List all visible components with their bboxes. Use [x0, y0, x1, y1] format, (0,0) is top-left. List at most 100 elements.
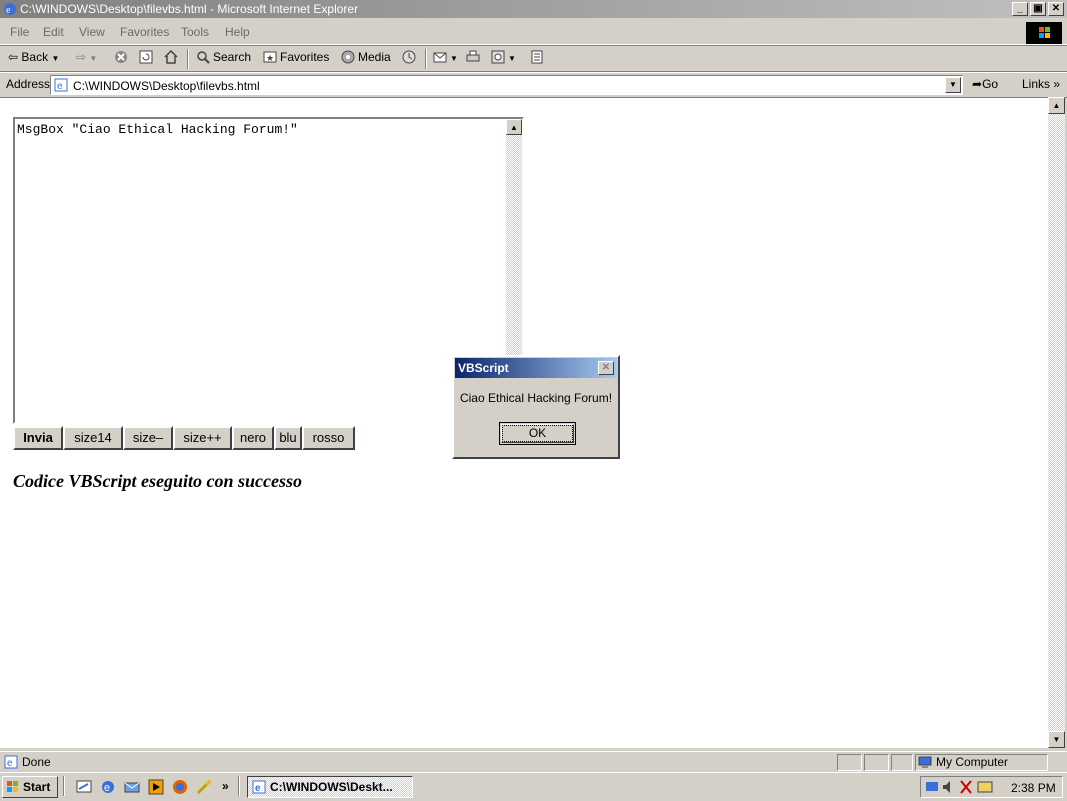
menu-favorites[interactable]: Favorites — [120, 25, 169, 39]
go-button[interactable]: ➦Go — [972, 77, 998, 91]
zone-text: My Computer — [936, 755, 1009, 769]
maximize-button[interactable]: ▣ — [1030, 2, 1046, 16]
address-input[interactable]: e C:\WINDOWS\Desktop\filevbs.html ▼ — [50, 75, 963, 95]
blu-button[interactable]: blu — [274, 426, 302, 450]
rosso-button[interactable]: rosso — [302, 426, 355, 450]
mail-notify-icon[interactable] — [977, 779, 993, 795]
home-icon — [164, 50, 178, 64]
outlook-express-icon[interactable] — [124, 779, 140, 795]
toolbar-separator — [425, 49, 427, 69]
svg-text:★: ★ — [266, 53, 274, 63]
media-player-icon[interactable] — [148, 779, 164, 795]
quick-launch-chevron[interactable]: » — [222, 779, 229, 793]
title-bar: e C:\WINDOWS\Desktop\filevbs.html - Micr… — [0, 0, 1067, 18]
size14-button[interactable]: size14 — [63, 426, 123, 450]
clock[interactable]: 2:38 PM — [1011, 781, 1056, 795]
zone-panel: My Computer — [915, 754, 1048, 771]
edit-icon — [491, 50, 505, 64]
go-label: Go — [982, 77, 999, 91]
code-textarea[interactable]: MsgBox "Ciao Ethical Hacking Forum!" ▲ — [13, 117, 524, 424]
back-arrow-icon: ⇦ — [8, 50, 19, 64]
favorites-icon: ★ — [263, 51, 277, 63]
success-message: Codice VBScript eseguito con successo — [13, 471, 302, 491]
status-panel — [864, 754, 889, 771]
volume-icon[interactable] — [941, 779, 955, 795]
window-title: C:\WINDOWS\Desktop\filevbs.html - Micros… — [20, 2, 359, 16]
quick-launch-icon[interactable] — [196, 779, 212, 795]
start-label: Start — [23, 780, 51, 794]
mail-button[interactable]: ▼ — [433, 50, 458, 64]
home-button[interactable] — [164, 50, 181, 64]
svg-text:e: e — [6, 5, 11, 16]
refresh-button[interactable] — [139, 50, 156, 64]
address-value: C:\WINDOWS\Desktop\filevbs.html — [73, 79, 260, 93]
nero-button[interactable]: nero — [232, 426, 274, 450]
search-button[interactable]: Search — [196, 50, 251, 64]
edit-button[interactable]: ▼ — [491, 50, 516, 64]
antivirus-icon[interactable] — [959, 779, 973, 795]
vbscript-dialog: VBScript ✕ Ciao Ethical Hacking Forum! O… — [452, 355, 620, 459]
dialog-message: Ciao Ethical Hacking Forum! — [459, 391, 613, 405]
scroll-up-button[interactable]: ▲ — [506, 119, 522, 135]
internet-explorer-icon[interactable]: e — [100, 779, 116, 795]
ie-icon: e — [4, 3, 16, 16]
close-button[interactable]: ✕ — [1048, 2, 1064, 16]
stop-button[interactable] — [114, 50, 131, 64]
size-decrease-button[interactable]: size– — [123, 426, 173, 450]
status-bar: e Done My Computer — [0, 751, 1067, 772]
forward-button[interactable]: ⇨ ▼ — [76, 50, 97, 64]
menu-help[interactable]: Help — [225, 25, 250, 39]
minimize-button[interactable]: _ — [1012, 2, 1028, 16]
network-icon[interactable] — [925, 779, 939, 795]
menu-file[interactable]: File — [10, 25, 29, 39]
search-icon — [197, 51, 210, 64]
firefox-icon[interactable] — [172, 779, 188, 795]
history-icon — [402, 50, 416, 64]
media-icon — [341, 50, 355, 64]
print-button[interactable] — [466, 50, 483, 64]
go-arrow-icon: ➦ — [972, 77, 983, 91]
refresh-icon — [139, 50, 153, 64]
page-icon: e — [54, 78, 68, 92]
close-icon[interactable]: ✕ — [598, 361, 614, 375]
taskbar-item-ie[interactable]: e C:\WINDOWS\Deskt... — [247, 776, 413, 798]
address-dropdown[interactable]: ▼ — [945, 77, 961, 93]
menu-view[interactable]: View — [79, 25, 105, 39]
media-button[interactable]: Media — [341, 50, 391, 64]
stop-icon — [115, 51, 127, 63]
address-bar: Address e C:\WINDOWS\Desktop\filevbs.htm… — [0, 72, 1067, 98]
address-label: Address — [6, 77, 51, 91]
ok-button[interactable]: OK — [499, 422, 576, 445]
size-increase-button[interactable]: size++ — [173, 426, 232, 450]
status-text: Done — [22, 755, 51, 769]
taskbar: Start e » e C:\WINDOWS\Deskt... 2:38 PM — [0, 772, 1067, 801]
show-desktop-icon[interactable] — [76, 779, 92, 795]
start-button[interactable]: Start — [2, 776, 58, 798]
taskbar-separator — [238, 776, 240, 796]
svg-text:e: e — [7, 758, 13, 769]
dialog-title: VBScript — [458, 361, 509, 375]
menu-edit[interactable]: Edit — [43, 25, 64, 39]
discuss-button[interactable] — [530, 50, 547, 64]
back-button[interactable]: ⇦ Back ▼ — [8, 50, 59, 64]
system-tray: 2:38 PM — [920, 776, 1063, 798]
windows-flag-icon — [7, 781, 18, 792]
invia-button[interactable]: Invia — [13, 426, 63, 450]
favorites-button[interactable]: ★ Favorites — [263, 50, 329, 64]
toolbar-separator — [187, 49, 189, 69]
standard-toolbar: ⇦ Back ▼ ⇨ ▼ Search ★ Favorites Media ▼ ▼ — [0, 46, 1067, 72]
search-label: Search — [213, 50, 252, 64]
links-button[interactable]: Links » — [1022, 77, 1060, 91]
scroll-up-button[interactable]: ▲ — [1048, 97, 1065, 114]
back-label: Back — [21, 50, 49, 64]
scroll-down-button[interactable]: ▼ — [1048, 731, 1065, 748]
mail-icon — [433, 52, 447, 63]
page-scrollbar[interactable]: ▲ ▼ — [1048, 97, 1065, 748]
document-icon — [531, 50, 543, 64]
svg-text:e: e — [104, 782, 110, 794]
history-button[interactable] — [402, 50, 419, 64]
menu-bar: File Edit View Favorites Tools Help — [0, 20, 1067, 45]
taskbar-separator — [63, 776, 65, 796]
menu-tools[interactable]: Tools — [181, 25, 209, 39]
status-panel — [891, 754, 913, 771]
